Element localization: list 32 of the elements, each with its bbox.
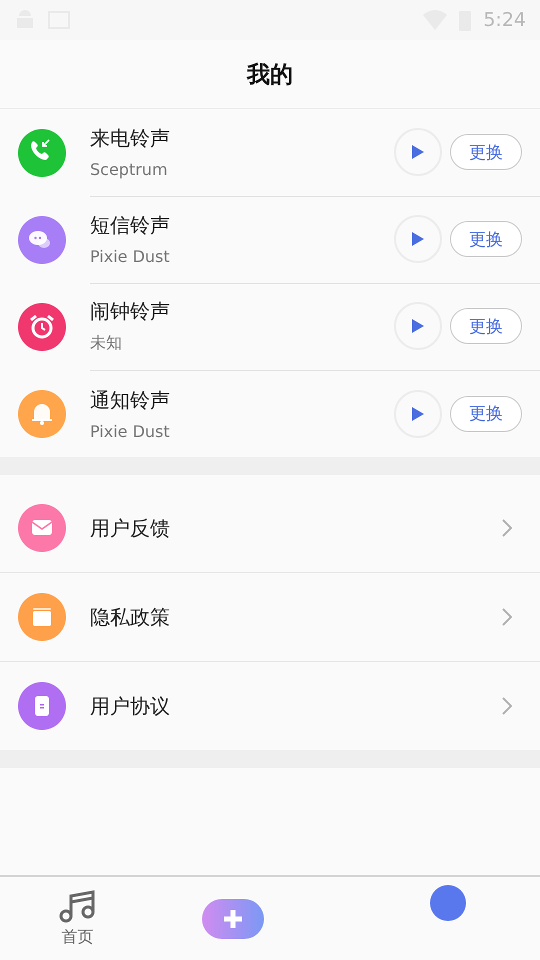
chevron-icon: [502, 519, 512, 537]
ringtone-title: 闹钟铃声: [90, 298, 171, 325]
ringtone-title: 通知铃声: [90, 386, 171, 414]
play-button[interactable]: [394, 128, 442, 176]
ringtone-name: 未知: [90, 333, 123, 354]
play-icon: [411, 406, 425, 422]
change-button[interactable]: 更换: [450, 308, 522, 344]
change-button[interactable]: 更换: [450, 134, 522, 170]
ringtone-name: Pixie Dust: [90, 247, 171, 266]
page-title: 我的: [247, 60, 293, 90]
profile-icon[interactable]: [430, 885, 466, 921]
add-button[interactable]: [202, 898, 264, 938]
nav-label[interactable]: 首页: [62, 927, 94, 948]
clock-time: 5:24: [483, 9, 526, 31]
play-icon: [411, 231, 425, 247]
music-note-icon[interactable]: [58, 889, 97, 923]
change-button[interactable]: 更换: [450, 396, 522, 432]
menu-item[interactable]: 用户协议: [90, 692, 502, 720]
play-button[interactable]: [394, 215, 442, 263]
menu-item[interactable]: 隐私政策: [90, 604, 502, 630]
play-icon: [411, 144, 425, 160]
menu-item[interactable]: 用户反馈: [90, 514, 502, 542]
ringtone-name: Sceptrum: [90, 160, 169, 179]
play-icon: [411, 318, 425, 334]
chevron-icon: [502, 608, 512, 626]
chevron-icon: [502, 697, 512, 715]
ringtone-name: Pixie Dust: [90, 422, 171, 440]
play-button[interactable]: [394, 390, 442, 438]
ringtone-title: 来电铃声: [90, 125, 171, 152]
change-button[interactable]: 更换: [450, 221, 522, 257]
ringtone-title: 短信铃声: [90, 212, 171, 239]
play-button[interactable]: [394, 302, 442, 350]
